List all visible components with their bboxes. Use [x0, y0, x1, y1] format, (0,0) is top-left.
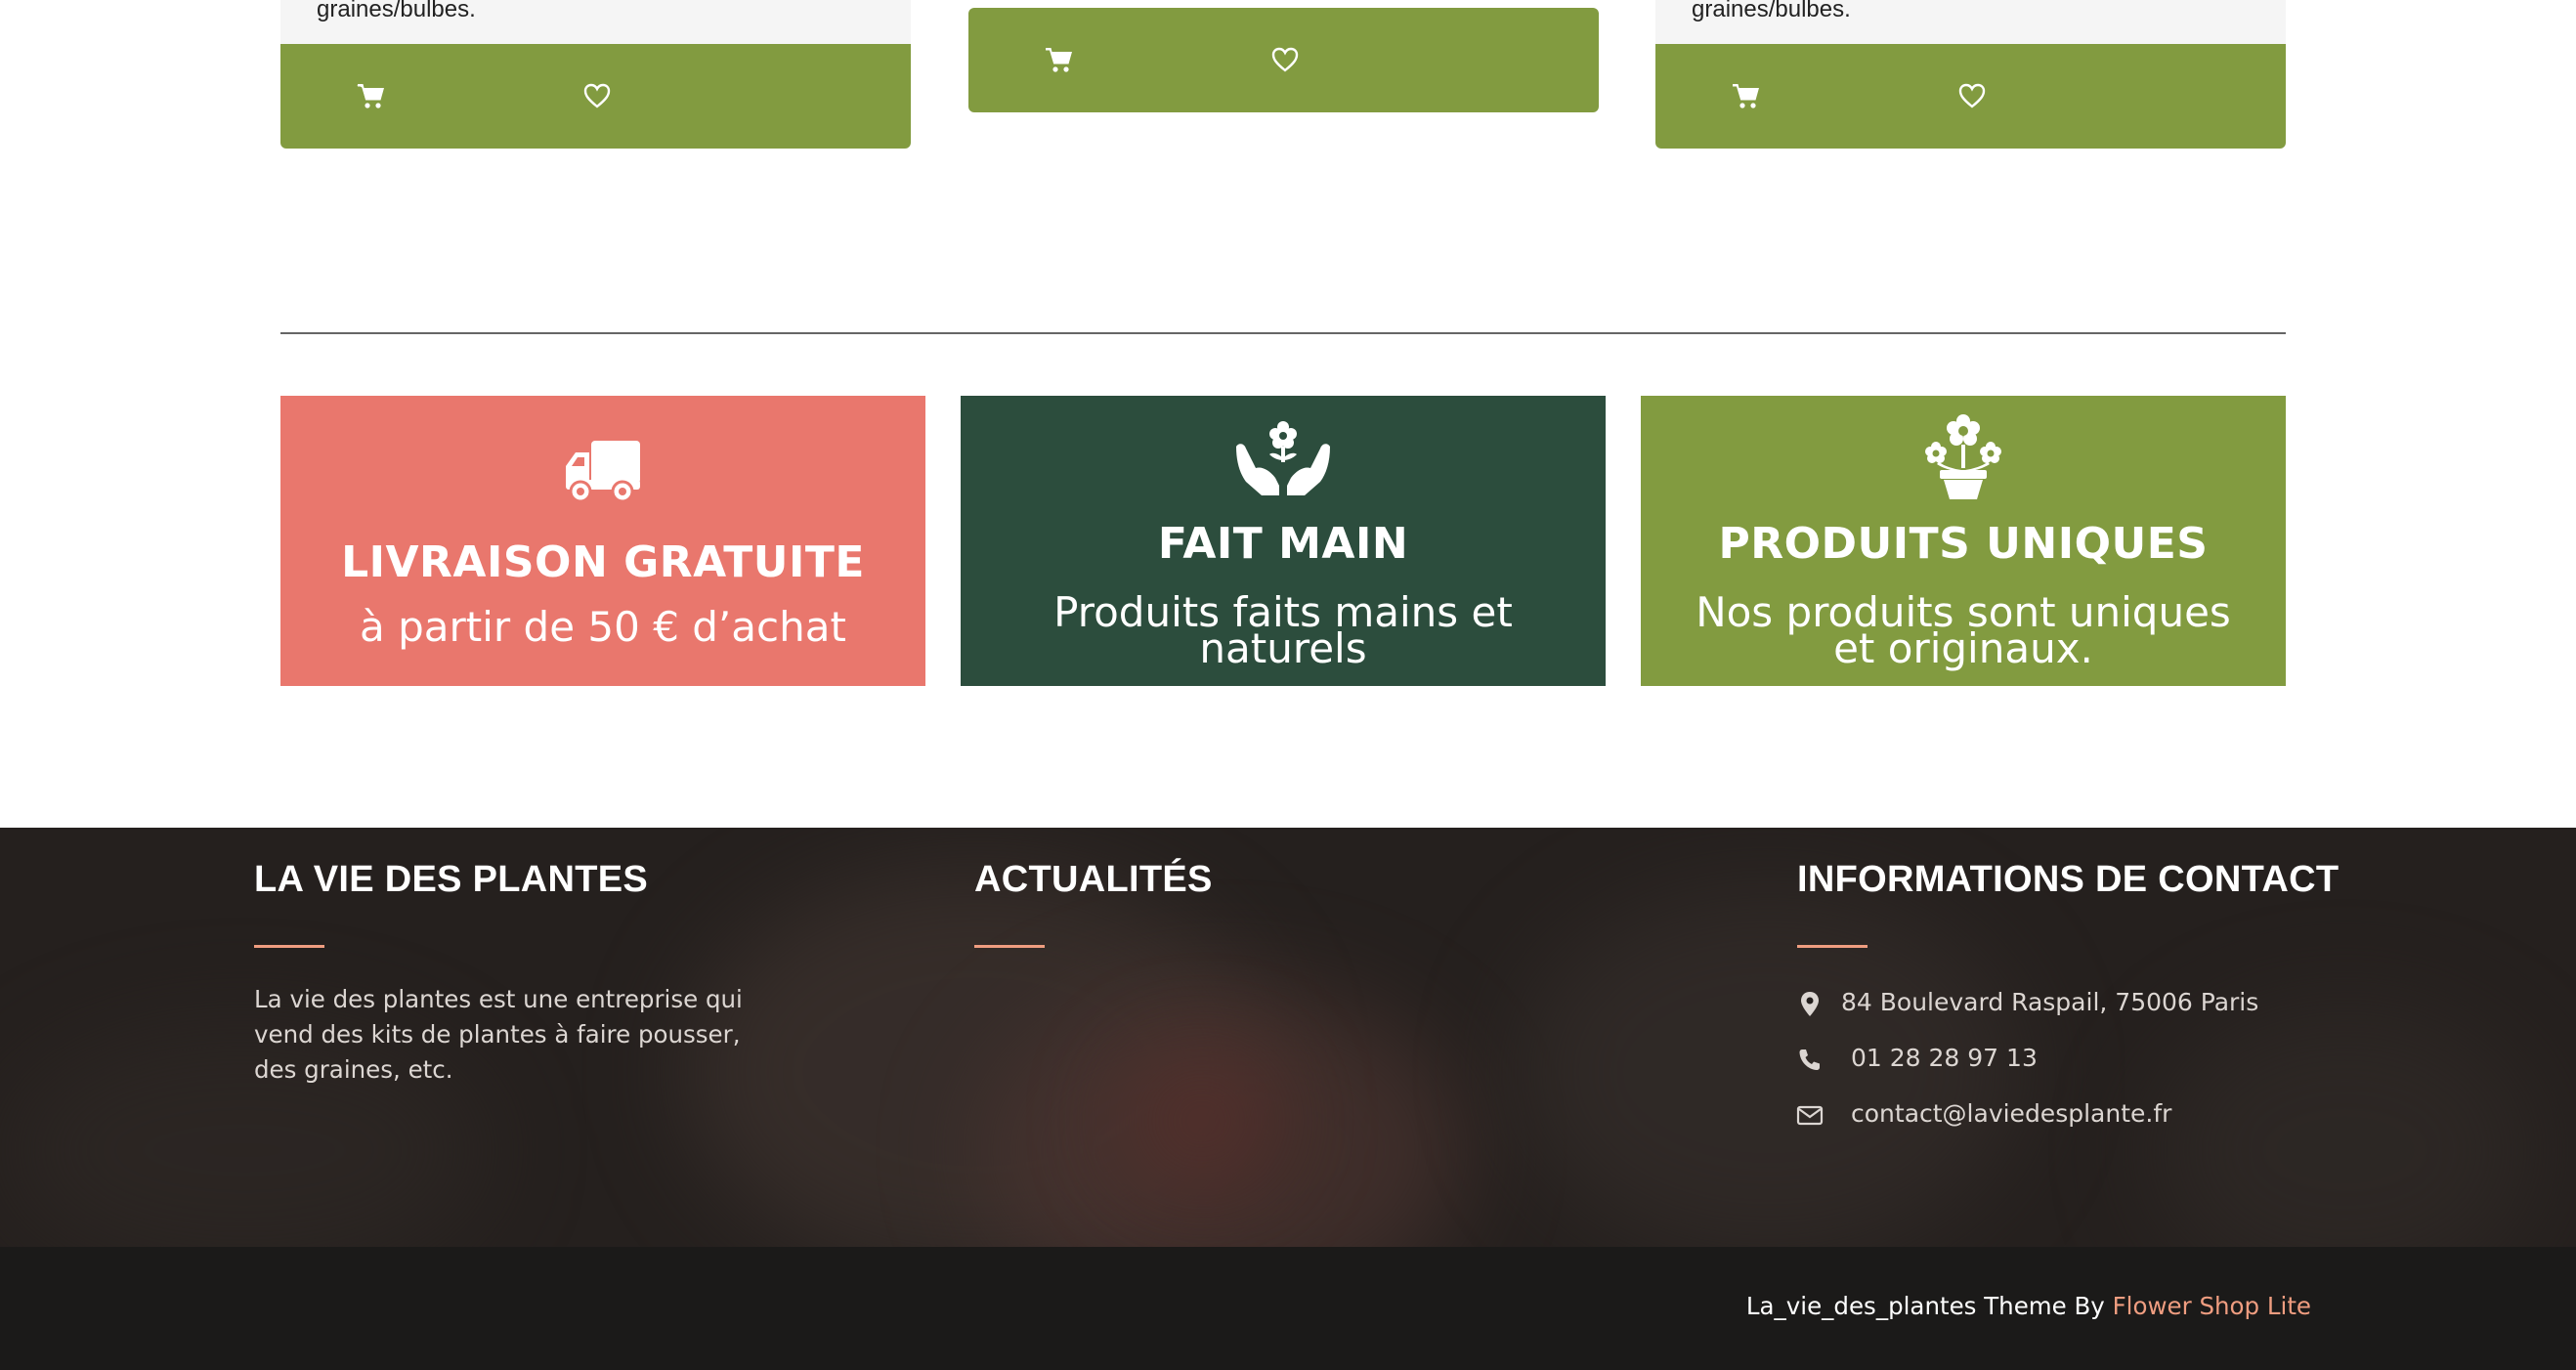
heading-underline	[974, 945, 1045, 948]
cart-icon[interactable]	[1730, 80, 1761, 111]
footer-bottom-bar: La_vie_des_plantes Theme By Flower Shop …	[0, 1247, 2576, 1370]
feature-title: FAIT MAIN	[1157, 519, 1409, 569]
cart-icon[interactable]	[1043, 44, 1074, 75]
theme-credit: La_vie_des_plantes Theme By Flower Shop …	[1746, 1292, 2311, 1320]
map-pin-icon	[1796, 990, 1824, 1017]
product-action-bar	[280, 44, 911, 149]
potted-flower-icon	[1922, 413, 2004, 499]
footer-contact-heading: INFORMATIONS DE CONTACT	[1797, 859, 2340, 900]
phone-icon	[1796, 1046, 1824, 1073]
hands-flower-icon	[1232, 417, 1334, 495]
feature-text: Nos produits sont uniques et originaux.	[1696, 588, 2231, 672]
footer-about-heading: LA VIE DES PLANTES	[254, 859, 649, 900]
cart-icon[interactable]	[355, 80, 386, 111]
feature-title: PRODUITS UNIQUES	[1718, 519, 2209, 569]
footer-background-image	[2150, 1004, 2541, 1247]
feature-unique-products: PRODUITS UNIQUES Nos produits sont uniqu…	[1641, 396, 2286, 686]
theme-credit-link[interactable]: Flower Shop Lite	[2113, 1292, 2311, 1320]
product-description: graines/bulbes.	[280, 0, 911, 44]
feature-handmade: FAIT MAIN Produits faits mains et nature…	[961, 396, 1606, 686]
feature-text: à partir de 50 € d’achat	[360, 603, 846, 651]
footer-background-image	[1124, 1052, 1280, 1189]
heart-icon[interactable]	[581, 80, 613, 111]
feature-free-delivery: LIVRAISON GRATUITE à partir de 50 € d’ac…	[280, 396, 925, 686]
product-card-1: graines/bulbes.	[280, 0, 911, 149]
section-divider	[280, 332, 2286, 334]
contact-address-text: 84 Boulevard Raspail, 75006 Paris	[1841, 988, 2259, 1016]
truck-icon	[564, 437, 642, 503]
feature-text: Produits faits mains et naturels	[1053, 588, 1513, 672]
heading-underline	[1797, 945, 1868, 948]
product-action-bar	[1655, 44, 2286, 149]
product-description: graines/bulbes.	[1655, 0, 2286, 44]
product-card-2	[968, 0, 1599, 113]
product-action-bar	[968, 8, 1599, 112]
envelope-icon	[1796, 1101, 1824, 1129]
site-footer: LA VIE DES PLANTES La vie des plantes es…	[0, 828, 2576, 1247]
heading-underline	[254, 945, 324, 948]
contact-email-text[interactable]: contact@laviedesplante.fr	[1851, 1099, 2171, 1128]
contact-phone-text[interactable]: 01 28 28 97 13	[1851, 1044, 2038, 1072]
footer-about-text: La vie des plantes est une entreprise qu…	[254, 985, 743, 1084]
footer-news-heading: ACTUALITÉS	[974, 859, 1213, 900]
product-card-3: graines/bulbes.	[1655, 0, 2286, 149]
heart-icon[interactable]	[1956, 80, 1988, 111]
feature-title: LIVRAISON GRATUITE	[341, 537, 865, 587]
credit-text: La_vie_des_plantes Theme By	[1745, 1292, 2113, 1320]
heart-icon[interactable]	[1269, 44, 1301, 75]
